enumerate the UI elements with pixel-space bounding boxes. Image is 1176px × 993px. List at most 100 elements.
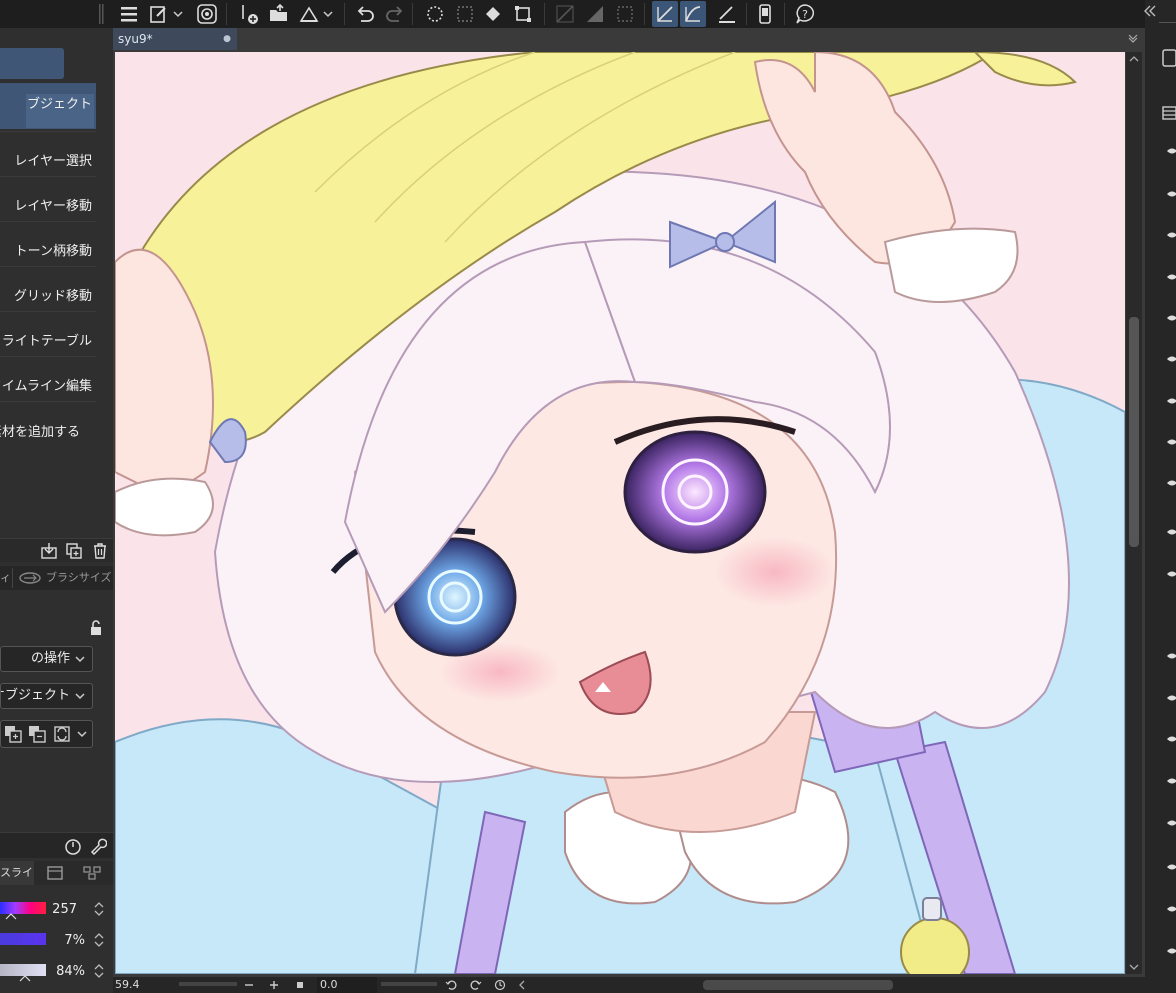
- ruler-fill-icon[interactable]: [582, 1, 608, 27]
- target-dropdown[interactable]: オブジェクト: [0, 683, 93, 709]
- tab-brush-size[interactable]: ブラシサイズ: [46, 566, 111, 590]
- transform-icon[interactable]: [510, 1, 536, 27]
- slider-handle-icon[interactable]: [19, 974, 31, 982]
- color-panel-header: [0, 832, 113, 858]
- eye-icon[interactable]: [1166, 651, 1176, 661]
- saturation-slider[interactable]: [0, 933, 46, 945]
- eye-icon[interactable]: [1166, 693, 1176, 703]
- hue-value[interactable]: 257: [41, 902, 77, 917]
- deselect-icon[interactable]: [452, 1, 478, 27]
- subtool-item-tone-move[interactable]: トーン柄移動: [0, 230, 96, 274]
- horizontal-scroll-thumb[interactable]: [703, 980, 893, 990]
- slider-handle-icon[interactable]: [5, 912, 17, 920]
- ruler-icon[interactable]: [552, 1, 578, 27]
- eye-icon[interactable]: [1166, 354, 1176, 364]
- stepper-icon[interactable]: [93, 931, 105, 949]
- subtool-group-tab[interactable]: [0, 48, 64, 79]
- tab-color-slider[interactable]: スライ: [0, 861, 34, 885]
- zoom-out-icon[interactable]: [243, 979, 255, 991]
- rotation-value[interactable]: 0.0: [317, 977, 377, 993]
- chevron-down-icon[interactable]: [320, 1, 336, 27]
- subtool-item-light-table[interactable]: ライトテーブル: [0, 320, 96, 364]
- snap-ruler-icon[interactable]: [652, 1, 678, 27]
- undo-icon[interactable]: [352, 1, 378, 27]
- layer-list-icon[interactable]: [1161, 105, 1176, 121]
- snap-grid-icon[interactable]: [714, 1, 740, 27]
- eye-icon[interactable]: [1166, 734, 1176, 744]
- rotation-slider[interactable]: [381, 982, 437, 986]
- operation-dropdown[interactable]: の操作: [0, 646, 93, 672]
- lock-icon[interactable]: [88, 620, 104, 636]
- document-tab[interactable]: syu9* ●: [113, 28, 237, 50]
- rotate-right-icon[interactable]: [470, 979, 482, 991]
- add-layer-icon[interactable]: [4, 725, 22, 743]
- eye-icon[interactable]: [1166, 569, 1176, 579]
- chevron-up-icon[interactable]: [1128, 54, 1140, 64]
- select-all-icon[interactable]: [422, 1, 448, 27]
- help-icon[interactable]: ?: [792, 1, 818, 27]
- eye-icon[interactable]: [1166, 146, 1176, 156]
- import-icon[interactable]: [40, 542, 58, 560]
- reset-rotation-icon[interactable]: [494, 979, 506, 991]
- eye-icon[interactable]: [1166, 272, 1176, 282]
- stepper-icon[interactable]: [93, 900, 105, 918]
- open-folder-icon[interactable]: [266, 1, 292, 27]
- stop-icon[interactable]: [295, 980, 305, 990]
- subtool-item-object[interactable]: オブジェクト: [26, 94, 94, 128]
- grip-icon[interactable]: [97, 2, 105, 26]
- eye-icon[interactable]: [1166, 313, 1176, 323]
- eye-icon[interactable]: [1166, 946, 1176, 956]
- chevron-down-icon[interactable]: [170, 1, 186, 27]
- fill-icon[interactable]: [480, 1, 506, 27]
- eye-icon[interactable]: [1166, 527, 1176, 537]
- smartphone-icon[interactable]: [752, 1, 778, 27]
- wrench-icon[interactable]: [89, 837, 107, 855]
- rotate-left-icon[interactable]: [445, 979, 457, 991]
- redo-icon[interactable]: [382, 1, 408, 27]
- chevron-left-icon[interactable]: [516, 979, 528, 991]
- eye-icon[interactable]: [1166, 776, 1176, 786]
- chevron-down-icon[interactable]: [75, 727, 89, 741]
- new-icon[interactable]: [146, 1, 172, 27]
- saturation-value[interactable]: 7%: [49, 933, 85, 948]
- layer-panel-icon[interactable]: [1161, 48, 1176, 68]
- subtool-item-layer-move[interactable]: レイヤー移動: [0, 185, 96, 229]
- eye-icon[interactable]: [1166, 818, 1176, 828]
- zoom-in-icon[interactable]: [268, 979, 280, 991]
- subtool-item-timeline-edit[interactable]: タイムライン編集: [0, 365, 96, 409]
- timer-icon[interactable]: [64, 837, 82, 855]
- stepper-icon[interactable]: [93, 962, 105, 980]
- color-history-icon[interactable]: [82, 865, 102, 881]
- chevron-down-icon[interactable]: [1128, 962, 1140, 972]
- chevron-down-icon[interactable]: [1127, 32, 1139, 44]
- subtool-item-add-material[interactable]: 素材を追加する: [0, 411, 84, 455]
- collapse-icon[interactable]: [1141, 4, 1157, 18]
- eye-icon[interactable]: [1166, 478, 1176, 488]
- tab-property[interactable]: ィ: [0, 566, 12, 590]
- eye-icon[interactable]: [1166, 862, 1176, 872]
- value-value[interactable]: 84%: [49, 964, 85, 979]
- subtool-item-layer-select[interactable]: レイヤー選択: [0, 140, 96, 184]
- vertical-scrollbar[interactable]: [1126, 52, 1142, 974]
- menu-icon[interactable]: [116, 1, 142, 27]
- scroll-thumb[interactable]: [1129, 317, 1139, 547]
- illustration-canvas[interactable]: [115, 52, 1125, 974]
- frame-icon[interactable]: [612, 1, 638, 27]
- zoom-slider[interactable]: [179, 982, 237, 986]
- swirl-icon[interactable]: [194, 1, 220, 27]
- eye-icon[interactable]: [1166, 437, 1176, 447]
- eye-icon[interactable]: [1166, 189, 1176, 199]
- convert-icon[interactable]: [53, 725, 71, 743]
- eye-icon[interactable]: [1166, 904, 1176, 914]
- eye-icon[interactable]: [1166, 396, 1176, 406]
- remove-layer-icon[interactable]: [28, 725, 46, 743]
- color-set-icon[interactable]: [46, 865, 64, 881]
- subtool-item-grid-move[interactable]: グリッド移動: [0, 275, 96, 319]
- zoom-value[interactable]: 59.4: [115, 977, 177, 993]
- export-icon[interactable]: [296, 1, 322, 27]
- new-file-icon[interactable]: [236, 1, 262, 27]
- trash-icon[interactable]: [91, 542, 109, 560]
- duplicate-icon[interactable]: [65, 542, 83, 560]
- eye-icon[interactable]: [1166, 230, 1176, 240]
- snap-special-ruler-icon[interactable]: [680, 1, 706, 27]
